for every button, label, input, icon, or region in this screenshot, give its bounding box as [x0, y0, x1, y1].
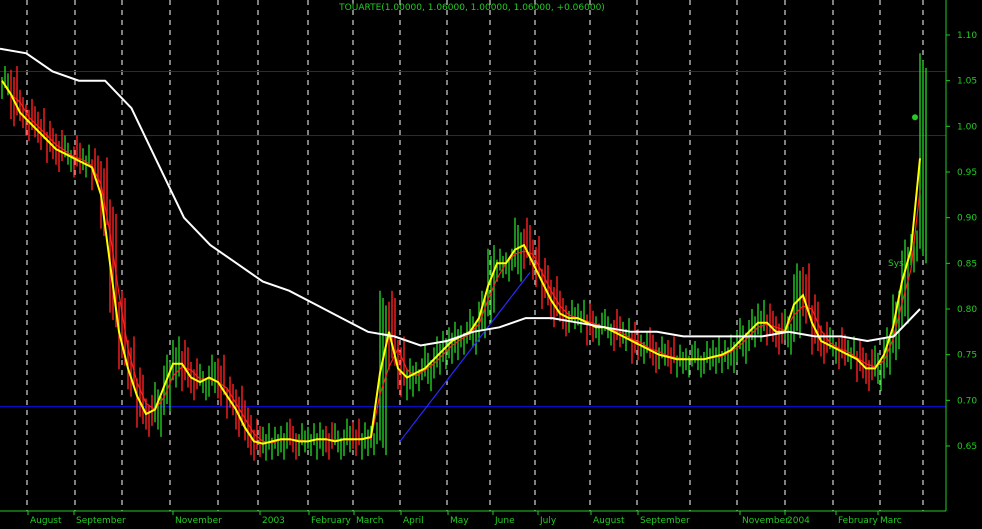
x-tick-label: September — [76, 516, 126, 525]
y-tick-label: 0.85 — [957, 259, 977, 269]
y-tick-label: 1.05 — [957, 77, 977, 87]
y-tick-label: 0.75 — [957, 351, 977, 361]
x-tick-label: November — [742, 516, 789, 525]
x-tick-label: February — [311, 516, 352, 525]
y-tick-label: 0.80 — [957, 305, 977, 315]
x-tick-label: September — [640, 516, 690, 525]
x-tick-label: June — [494, 516, 515, 525]
y-tick-label: 0.90 — [957, 214, 977, 224]
price-chart: Sys 0.65 0.70 0.75 0.80 0.85 0.90 0.95 1.00 1.05 1… — [0, 0, 982, 526]
annotation-label: Sys — [888, 259, 904, 269]
x-tick-label: November — [175, 516, 222, 525]
y-tick-label: 1.00 — [957, 122, 977, 132]
y-tick-label: 0.95 — [957, 168, 977, 178]
chart-svg: Sys 0.65 0.70 0.75 0.80 0.85 0.90 0.95 1.00 1.05 1… — [0, 0, 982, 526]
x-tick-label: August — [593, 516, 625, 525]
x-tick-label: 2003 — [262, 516, 285, 525]
x-tick-label: Marc — [880, 516, 902, 525]
x-tick-label: August — [30, 516, 62, 525]
y-tick-label: 0.70 — [957, 396, 977, 406]
x-tick-label: March — [356, 516, 383, 525]
y-tick-label: 1.10 — [957, 31, 977, 41]
x-tick-label: 2004 — [787, 516, 810, 525]
x-tick-label: July — [539, 516, 557, 525]
last-price-marker — [912, 114, 918, 121]
x-tick-label: February — [838, 516, 879, 525]
x-tick-label: April — [403, 516, 424, 525]
y-tick-label: 0.65 — [957, 442, 977, 452]
chart-title: TOUARTE(1.00000, 1.06000, 1.00000, 1.060… — [338, 3, 605, 13]
x-tick-label: May — [450, 516, 469, 525]
